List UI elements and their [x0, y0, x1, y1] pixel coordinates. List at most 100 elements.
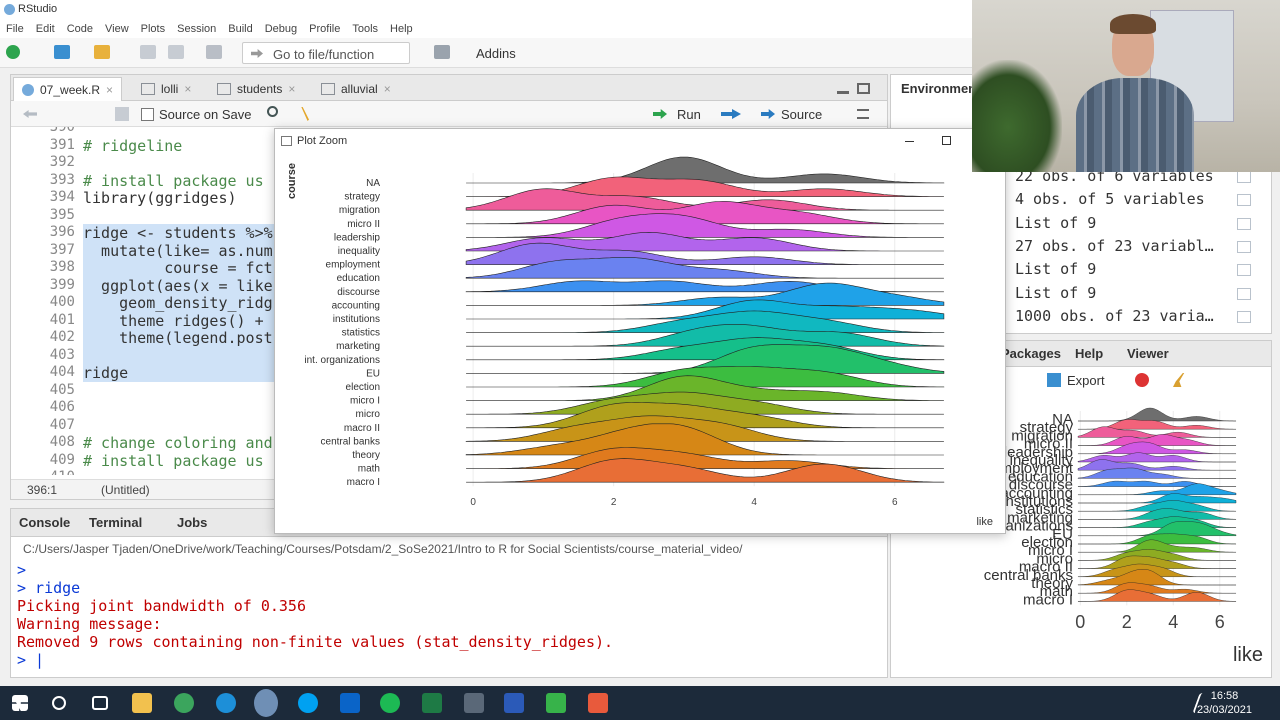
back-arrow-icon[interactable]: [23, 110, 37, 118]
go-to-file-input[interactable]: Go to file/function: [242, 42, 410, 64]
x-axis-label: like: [976, 516, 993, 528]
recorder-icon[interactable]: [588, 693, 608, 713]
minimize-window-icon[interactable]: [905, 141, 914, 142]
tab-viewer[interactable]: Viewer: [1127, 346, 1169, 361]
code-line[interactable]: theme_ridges() +: [83, 311, 293, 330]
open-file-icon[interactable]: [94, 45, 110, 59]
tab-terminal[interactable]: Terminal: [89, 515, 142, 530]
menu-session[interactable]: Session: [177, 20, 216, 38]
tab-label: lolli: [161, 82, 179, 96]
new-file-icon[interactable]: [6, 45, 20, 59]
close-icon[interactable]: ×: [106, 83, 113, 97]
menu-code[interactable]: Code: [67, 20, 93, 38]
tab-students[interactable]: students ×: [209, 77, 303, 101]
code-line[interactable]: mutate(like= as.num: [83, 241, 293, 260]
tab-environment[interactable]: Environmen: [901, 81, 976, 96]
browser-icon[interactable]: [174, 693, 194, 713]
menu-debug[interactable]: Debug: [265, 20, 297, 38]
environment-row[interactable]: 4 obs. of 5 variables: [1015, 190, 1205, 208]
edge-icon[interactable]: [216, 693, 236, 713]
menu-profile[interactable]: Profile: [309, 20, 340, 38]
environment-row[interactable]: List of 9: [1015, 214, 1096, 232]
table-view-icon[interactable]: [1237, 240, 1251, 253]
console-line: > ridge: [17, 579, 81, 597]
addins-menu[interactable]: Addins: [476, 46, 516, 61]
close-icon[interactable]: ×: [384, 82, 391, 96]
save-icon[interactable]: [115, 107, 129, 121]
table-view-icon[interactable]: [1237, 171, 1251, 183]
camtasia-icon[interactable]: [546, 693, 566, 713]
environment-row[interactable]: 27 obs. of 23 variabl…: [1015, 237, 1214, 255]
table-view-icon[interactable]: [1237, 194, 1251, 207]
environment-row[interactable]: 1000 obs. of 23 varia…: [1015, 307, 1214, 325]
magic-wand-icon[interactable]: [301, 107, 309, 121]
magnifier-icon[interactable]: [1237, 217, 1251, 230]
scope-indicator[interactable]: (Untitled): [101, 483, 150, 497]
code-line[interactable]: # install package us: [83, 172, 264, 190]
magnifier-icon[interactable]: [1237, 287, 1251, 300]
tab-alluvial[interactable]: alluvial ×: [313, 77, 399, 101]
outlook-icon[interactable]: [340, 693, 360, 713]
code-line[interactable]: [83, 346, 293, 365]
code-line[interactable]: ridge <- students %>%: [83, 224, 293, 242]
code-line[interactable]: # install package us: [83, 452, 264, 470]
tab-packages[interactable]: Packages: [1001, 346, 1061, 361]
search-icon[interactable]: [52, 696, 66, 710]
spotify-icon[interactable]: [380, 693, 400, 713]
tab-jobs[interactable]: Jobs: [177, 515, 207, 530]
code-line[interactable]: # ridgeline: [83, 137, 182, 155]
save-all-icon[interactable]: [168, 45, 184, 59]
run-button[interactable]: Run: [677, 107, 701, 122]
tab-lolli[interactable]: lolli ×: [133, 77, 199, 101]
code-line[interactable]: # change coloring and: [83, 434, 273, 452]
rstudio-icon[interactable]: [254, 689, 278, 717]
working-directory[interactable]: C:/Users/Jasper Tjaden/OneDrive/work/Tea…: [23, 542, 742, 556]
source-on-save-checkbox[interactable]: [141, 108, 154, 121]
tab-console[interactable]: Console: [19, 515, 70, 530]
search-icon[interactable]: [267, 106, 278, 117]
source-button[interactable]: Source: [781, 107, 822, 122]
menu-edit[interactable]: Edit: [36, 20, 55, 38]
close-icon[interactable]: ×: [184, 82, 191, 96]
menu-build[interactable]: Build: [228, 20, 252, 38]
source-arrow-icon: [761, 109, 775, 119]
code-line[interactable]: theme(legend.post: [83, 329, 293, 347]
rerun-icon[interactable]: [721, 109, 741, 119]
save-icon[interactable]: [140, 45, 156, 59]
windows-start-icon[interactable]: [12, 695, 28, 711]
magnifier-icon[interactable]: [1237, 264, 1251, 277]
code-line[interactable]: library(ggridges): [83, 189, 237, 207]
environment-row[interactable]: List of 9: [1015, 260, 1096, 278]
code-line[interactable]: geom_density_ridg: [83, 294, 293, 312]
code-line[interactable]: ggplot(aes(x = like: [83, 276, 293, 295]
table-view-icon[interactable]: [1237, 310, 1251, 323]
environment-row[interactable]: List of 9: [1015, 284, 1096, 302]
word-icon[interactable]: [504, 693, 524, 713]
menu-plots[interactable]: Plots: [141, 20, 165, 38]
excel-icon[interactable]: [422, 693, 442, 713]
menu-view[interactable]: View: [105, 20, 129, 38]
maximize-pane-icon[interactable]: [857, 83, 870, 94]
print-icon[interactable]: [206, 45, 222, 59]
calculator-icon[interactable]: [464, 693, 484, 713]
new-project-icon[interactable]: [54, 45, 70, 59]
menu-tools[interactable]: Tools: [352, 20, 378, 38]
outline-icon[interactable]: [857, 109, 869, 119]
table-icon: [141, 83, 155, 95]
code-line[interactable]: course = fct: [83, 259, 293, 277]
minimize-pane-icon[interactable]: [837, 91, 849, 94]
menu-file[interactable]: File: [6, 20, 24, 38]
tab-07-week[interactable]: 07_week.R ×: [13, 77, 123, 101]
file-explorer-icon[interactable]: [132, 693, 152, 713]
menu-help[interactable]: Help: [390, 20, 413, 38]
task-view-icon[interactable]: [92, 696, 108, 710]
close-icon[interactable]: ×: [288, 82, 295, 96]
tab-help[interactable]: Help: [1075, 346, 1103, 361]
system-clock[interactable]: 16:58 23/03/2021: [1197, 689, 1252, 717]
line-number: 406: [49, 399, 75, 415]
maximize-window-icon[interactable]: [942, 136, 951, 145]
skype-icon[interactable]: [298, 693, 318, 713]
category-label: employment: [326, 260, 381, 271]
grid-layout-icon[interactable]: [434, 45, 450, 59]
code-line[interactable]: ridge: [83, 364, 293, 382]
